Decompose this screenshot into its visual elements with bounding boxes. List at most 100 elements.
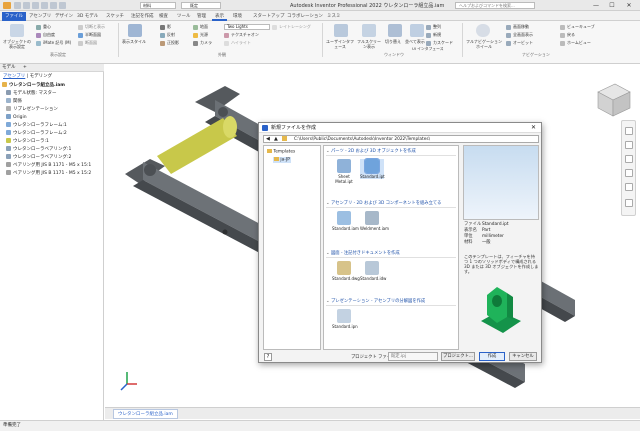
redo-icon[interactable] [50,2,57,9]
ui-interface-button[interactable]: UI インタフェース [412,46,444,52]
home-icon[interactable] [59,2,66,9]
tab-view[interactable]: 表示 [212,12,227,21]
add-browser-button[interactable]: + [23,65,27,70]
lighting-style-select[interactable]: Two Lights [224,24,270,30]
orbit-button[interactable]: オービット [506,40,533,46]
tab-design[interactable]: デザイン [52,12,76,21]
open-file-icon[interactable] [23,2,30,9]
tree-item[interactable]: モデル状態: マスター [6,90,56,97]
cancel-button[interactable]: キャンセル [509,352,537,361]
folder-up-icon[interactable]: ▲ [274,136,278,142]
orbit-nav-icon[interactable] [625,169,633,177]
template-sheet-metal-ipt[interactable]: Sheet Metal.ipt [332,159,356,184]
section-presentation-header[interactable]: ⌄プレゼンテーション - アセンブリの分解図を作成 [326,298,456,306]
undo-icon[interactable] [41,2,48,9]
project-file-select[interactable]: 既定.ipj [388,352,438,361]
lighting-button[interactable]: 光源 [193,32,208,38]
switch-window-button[interactable]: 切り替え [385,39,401,45]
tab-sketch[interactable]: スケッチ [103,12,127,21]
center-of-gravity-button[interactable]: 重心 [36,24,51,30]
tree-item[interactable]: ウレタンローラ組立品.iam [2,82,65,89]
shadows-button[interactable]: 影 [160,24,171,30]
zoom-nav-icon[interactable] [625,155,633,163]
tree-item[interactable]: ベアリング用 JIS B 1171 - M5 x 15:1 [6,162,91,169]
steering-wheel-icon[interactable] [476,24,490,37]
section-assembly-header[interactable]: ⌄アセンブリ - 2D および 3D コンポーネントを組み立てる [326,200,456,208]
template-standard-ipt[interactable]: Standard.ipt [360,158,385,179]
full-navigation-wheel-button[interactable]: フルナビゲーションホイール [466,39,502,49]
inventor-logo-icon[interactable] [3,2,11,9]
tree-item[interactable]: 関係 [6,98,22,105]
template-standard-iam[interactable]: Standard.iam [332,211,359,231]
projects-button[interactable]: プロジェクト... [441,352,475,361]
help-icon[interactable]: ? [264,353,272,361]
look-at-nav-icon[interactable] [625,183,633,191]
section-drawing-header[interactable]: ⌄図面 - 注記付きドキュメントを作成 [326,250,456,258]
ground-plane-button[interactable]: 地面 [193,24,208,30]
tab-environments[interactable]: 環境 [230,12,245,21]
orthographic-button[interactable]: 正投影 [160,40,179,46]
tab-assembly[interactable]: アセンブリ [26,12,54,21]
ray-tracing-button[interactable]: レイトレーシング [272,24,311,30]
tile-windows-button[interactable]: 並べて表示 [405,39,425,45]
minimize-button[interactable]: — [588,1,604,10]
object-visibility-icon[interactable] [10,24,24,37]
visual-style-icon[interactable] [128,24,142,37]
section-part-header[interactable]: ⌄パーツ - 2D および 3D オブジェクトを作成 [326,148,456,156]
full-screen-icon[interactable] [362,24,376,37]
imate-glyph-button[interactable]: iMate 記号 (M) [36,40,71,46]
template-path-field[interactable]: C:\Users\Public\Documents\Autodesk\Inven… [263,135,539,143]
previous-view-button[interactable]: 戻る [560,32,575,38]
create-button[interactable]: 作成 [479,352,505,361]
tab-manage[interactable]: 管理 [194,12,209,21]
maximize-button[interactable]: ☐ [604,1,620,10]
appearance-select[interactable]: 既定 [181,2,221,9]
template-standard-ipn[interactable]: Standard.ipn [332,309,358,329]
tree-item[interactable]: ウレタンローラベアリング:2 [6,154,71,161]
full-screen-button[interactable]: フルスクリーン表示 [356,39,382,49]
tab-assembly-view[interactable]: アセンブリ [3,74,25,79]
pan-button[interactable]: 画面移動 [506,24,529,30]
visual-style-button[interactable]: 表示スタイル [122,39,146,45]
tree-item-templates[interactable]: Templates [267,149,295,155]
close-button[interactable]: ✕ [621,1,637,10]
section-view-button[interactable]: 断面図 [78,40,97,46]
pan-nav-icon[interactable] [625,141,633,149]
highlight-button[interactable]: ハイライト [224,40,251,46]
object-visibility-button[interactable]: オブジェクトの表示設定 [2,39,32,49]
tree-item[interactable]: Origin [6,114,27,121]
switch-window-icon[interactable] [388,24,402,37]
nav-options-icon[interactable] [625,199,633,207]
zoom-all-button[interactable]: 全画面表示 [506,32,533,38]
tab-collaborate[interactable]: コラボレーション [284,12,326,21]
tab-3d-model[interactable]: 3D モデル [74,12,101,21]
tree-item[interactable]: ベアリング用 JIS B 1171 - M5 x 15:2 [6,170,91,177]
material-select[interactable]: 材料 [140,2,176,9]
tree-item[interactable]: ウレタンローラフレーム:1 [6,122,67,129]
tree-item[interactable]: ウレタンローラフレーム:2 [6,130,67,137]
cut-view-button[interactable]: 切断と表示 [78,24,105,30]
tree-item-ja-jp[interactable]: ja-JP [273,157,291,163]
save-icon[interactable] [32,2,39,9]
arrange-button[interactable]: 整列 [426,24,441,30]
view-cube-button[interactable]: ビューキューブ [560,24,595,30]
tab-file[interactable]: ファイル [2,12,26,21]
tab-modeling-view[interactable]: モデリング [30,74,53,79]
tab-get-started[interactable]: スタートアップ [250,12,288,21]
reflection-button[interactable]: 反射 [160,32,175,38]
degrees-of-freedom-button[interactable]: 自由度 [36,32,55,38]
template-standard-idw[interactable]: Standard.idw [360,261,386,281]
tile-windows-icon[interactable] [410,24,424,37]
tab-annotate[interactable]: 注記を作成 [128,12,157,21]
steering-wheel-nav-icon[interactable] [625,127,633,135]
template-weldment-iam[interactable]: Weldment.iam [360,211,389,231]
home-view-button[interactable]: ホームビュー [560,40,591,46]
template-standard-dwg[interactable]: Standard.dwg [332,261,360,281]
half-section-button[interactable]: 半断面図 [78,32,101,38]
tree-item[interactable]: ウレタンローラ:1 [6,138,49,145]
tab-inspect[interactable]: 検査 [156,12,171,21]
tree-item[interactable]: ウレタンローラベアリング:1 [6,146,71,153]
texture-on-button[interactable]: テクスチャオン [224,32,259,38]
help-search-input[interactable]: ヘルプおよびコマンドを検索... [455,2,535,9]
folder-back-icon[interactable]: ◀ [266,136,270,142]
